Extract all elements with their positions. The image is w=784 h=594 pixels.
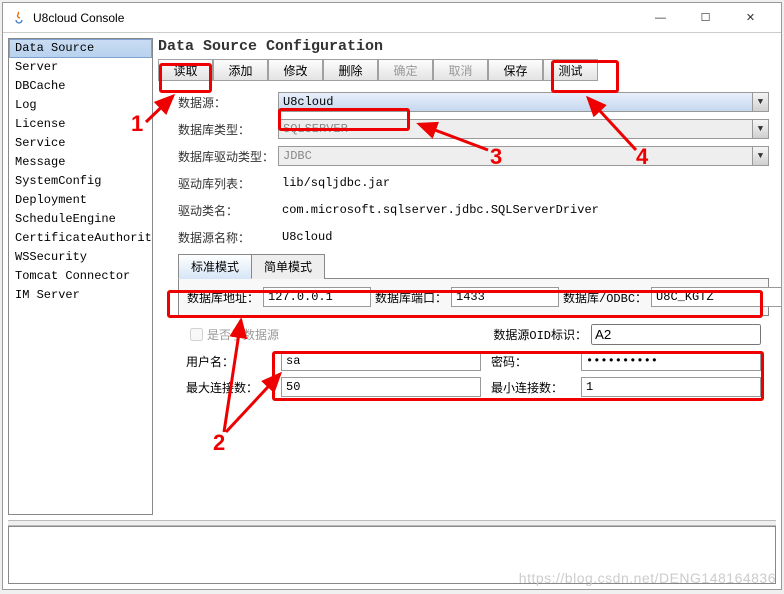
max-conn-input[interactable]	[281, 377, 481, 397]
sidebar-item-service[interactable]: Service	[9, 134, 152, 153]
sidebar-item-data-source[interactable]: Data Source	[9, 39, 152, 58]
sidebar-item-im-server[interactable]: IM Server	[9, 286, 152, 305]
dsname-label: 数据源名称：	[178, 229, 278, 246]
window-title: U8cloud Console	[33, 11, 638, 25]
user-label: 用户名：	[186, 353, 281, 370]
oid-label: 数据源OID标识：	[493, 326, 587, 343]
datasource-label: 数据源：	[178, 94, 278, 111]
sidebar-item-dbcache[interactable]: DBCache	[9, 77, 152, 96]
modify-button[interactable]: 修改	[268, 59, 323, 81]
driverlib-value: lib/sqljdbc.jar	[278, 175, 769, 191]
tab-panel-standard: 数据库地址： 数据库端口： 数据库/ODBC：	[178, 278, 769, 316]
close-button[interactable]: ✕	[728, 4, 773, 32]
sub-ds-label: 是否子数据源	[207, 326, 279, 343]
datasource-select[interactable]	[278, 92, 769, 112]
dbtype-label: 数据库类型：	[178, 121, 278, 138]
driverlib-label: 驱动库列表：	[178, 175, 278, 192]
sidebar-item-systemconfig[interactable]: SystemConfig	[9, 172, 152, 191]
chevron-down-icon[interactable]: ▼	[752, 93, 768, 111]
sidebar-item-deployment[interactable]: Deployment	[9, 191, 152, 210]
max-conn-label: 最大连接数：	[186, 379, 281, 396]
cancel-button[interactable]: 取消	[433, 59, 488, 81]
drivertype-label: 数据库驱动类型：	[178, 148, 278, 165]
pwd-input[interactable]	[581, 351, 761, 371]
pwd-label: 密码：	[491, 353, 581, 370]
sidebar-item-wssecurity[interactable]: WSSecurity	[9, 248, 152, 267]
test-button[interactable]: 测试	[543, 59, 598, 81]
sub-ds-checkbox	[190, 328, 203, 341]
addr-label: 数据库地址：	[187, 289, 259, 306]
content-area: Data Source Server DBCache Log License S…	[3, 33, 781, 520]
user-input[interactable]	[281, 351, 481, 371]
connection-row: 数据库地址： 数据库端口： 数据库/ODBC：	[187, 287, 760, 307]
odbc-input[interactable]	[651, 287, 781, 307]
oid-input[interactable]	[591, 324, 761, 345]
port-input[interactable]	[451, 287, 559, 307]
form: 数据源： ▼ 数据库类型： ▼ 数据库驱动类型：	[158, 91, 777, 397]
port-label: 数据库端口：	[375, 289, 447, 306]
delete-button[interactable]: 删除	[323, 59, 378, 81]
titlebar: U8cloud Console — ☐ ✕	[3, 3, 781, 33]
java-icon	[11, 10, 27, 26]
ok-button[interactable]: 确定	[378, 59, 433, 81]
window-controls: — ☐ ✕	[638, 4, 773, 32]
options-panel: 是否子数据源 数据源OID标识： 用户名： 密码： 最大连接数：	[178, 316, 769, 397]
min-conn-input[interactable]	[581, 377, 761, 397]
sidebar-item-message[interactable]: Message	[9, 153, 152, 172]
sidebar-item-scheduleengine[interactable]: ScheduleEngine	[9, 210, 152, 229]
sidebar: Data Source Server DBCache Log License S…	[8, 38, 153, 515]
log-area	[8, 526, 776, 584]
dsname-value: U8cloud	[278, 229, 769, 245]
minimize-button[interactable]: —	[638, 4, 683, 32]
tab-standard[interactable]: 标准模式	[178, 254, 252, 279]
sidebar-item-log[interactable]: Log	[9, 96, 152, 115]
toolbar: 读取 添加 修改 删除 确定 取消 保存 测试	[158, 59, 777, 81]
odbc-label: 数据库/ODBC：	[563, 289, 647, 306]
sidebar-item-server[interactable]: Server	[9, 58, 152, 77]
read-button[interactable]: 读取	[158, 59, 213, 81]
chevron-down-icon: ▼	[752, 147, 768, 165]
tab-simple[interactable]: 简单模式	[251, 254, 325, 279]
page-title: Data Source Configuration	[158, 38, 777, 55]
dbtype-select	[278, 119, 769, 139]
sidebar-item-certificateauthority[interactable]: CertificateAuthority	[9, 229, 152, 248]
sidebar-item-license[interactable]: License	[9, 115, 152, 134]
chevron-down-icon: ▼	[752, 120, 768, 138]
drivertype-select	[278, 146, 769, 166]
add-button[interactable]: 添加	[213, 59, 268, 81]
min-conn-label: 最小连接数：	[491, 379, 581, 396]
main-window: U8cloud Console — ☐ ✕ Data Source Server…	[2, 2, 782, 590]
mode-tabs: 标准模式 简单模式	[178, 254, 769, 279]
main-panel: Data Source Configuration 读取 添加 修改 删除 确定…	[153, 33, 781, 520]
driverclass-label: 驱动类名：	[178, 202, 278, 219]
addr-input[interactable]	[263, 287, 371, 307]
driverclass-value: com.microsoft.sqlserver.jdbc.SQLServerDr…	[278, 202, 769, 218]
sidebar-item-tomcat-connector[interactable]: Tomcat Connector	[9, 267, 152, 286]
save-button[interactable]: 保存	[488, 59, 543, 81]
maximize-button[interactable]: ☐	[683, 4, 728, 32]
